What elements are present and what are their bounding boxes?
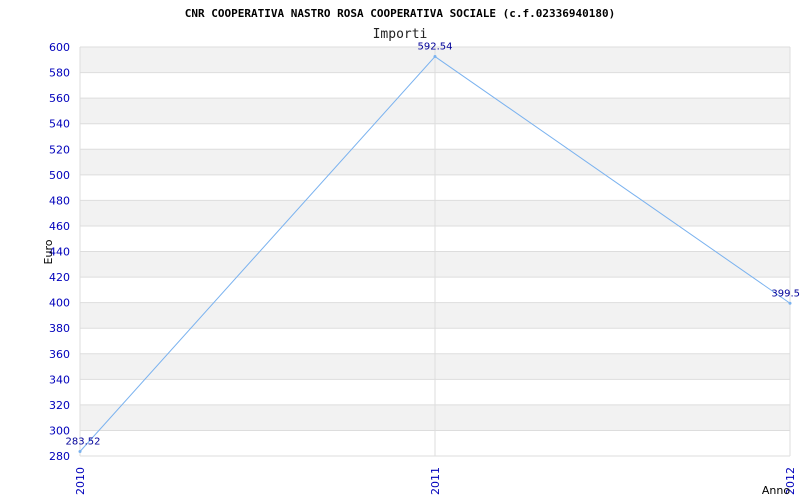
data-label: 283.52 [66,437,101,448]
y-tick-label: 540 [49,118,70,131]
y-tick-label: 500 [49,169,70,182]
y-tick-label: 320 [49,399,70,412]
chart-subtitle: Importi [373,27,428,42]
line-chart: 2803003203403603804004204404604805005205… [0,0,800,500]
y-axis-title: Euro [42,239,55,264]
y-tick-label: 600 [49,41,70,54]
y-tick-label: 340 [49,373,70,386]
y-tick-label: 280 [49,450,70,463]
y-tick-label: 460 [49,220,70,233]
chart-title: CNR COOPERATIVA NASTRO ROSA COOPERATIVA … [185,7,615,20]
y-tick-label: 420 [49,271,70,284]
x-tick-label: 2011 [429,467,442,495]
y-tick-label: 380 [49,322,70,335]
x-tick-label: 2010 [74,467,87,495]
data-label: 592.54 [418,42,453,53]
y-tick-label: 520 [49,143,70,156]
y-tick-label: 400 [49,297,70,310]
x-tick-labels: 201020112012 [74,467,797,495]
y-tick-label: 560 [49,92,70,105]
data-label: 399.5 [771,288,800,299]
data-point [434,55,437,58]
chart: 2803003203403603804004204404604805005205… [0,0,800,500]
y-tick-label: 300 [49,424,70,437]
data-point [79,450,82,453]
y-tick-label: 580 [49,67,70,80]
data-point [789,302,792,305]
y-tick-label: 360 [49,348,70,361]
x-axis-title: Anno [762,484,790,497]
y-tick-label: 480 [49,194,70,207]
